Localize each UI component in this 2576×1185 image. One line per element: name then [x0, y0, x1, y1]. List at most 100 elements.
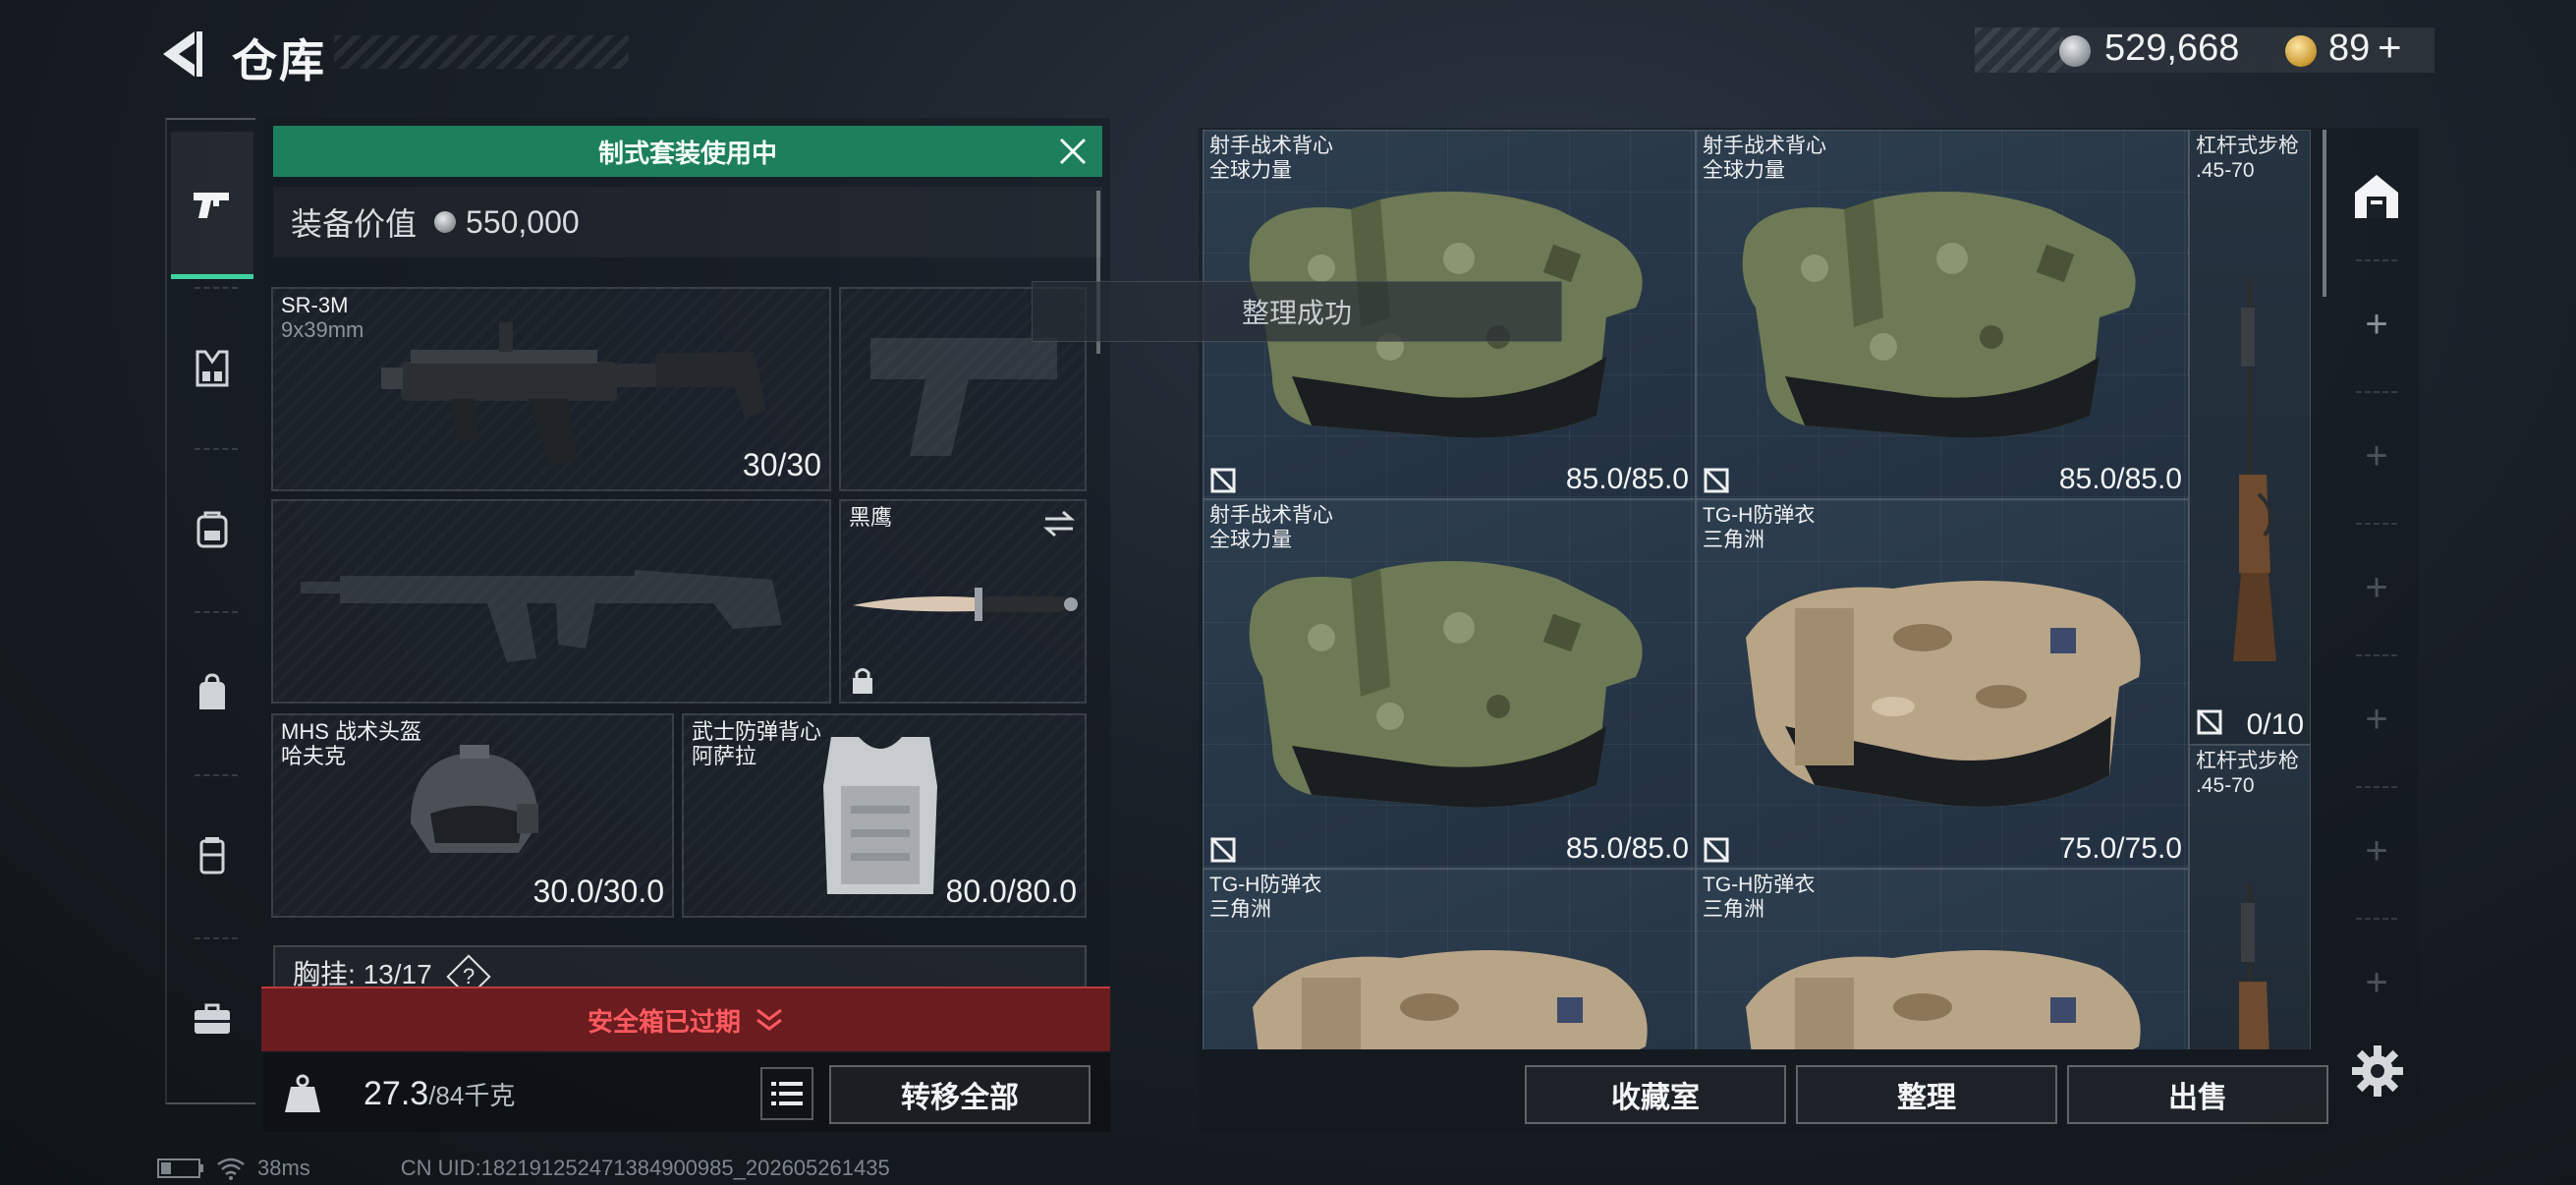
storage-item-armor-1[interactable]: TG-H防弹衣 三角洲 75.0/75.0 — [1696, 499, 2189, 869]
status-bar: 38ms CN UID:18219125247138490​0985_20260… — [157, 1156, 890, 1181]
item-caliber: .45-70 — [2196, 773, 2255, 797]
item-durability: 85.0/85.0 — [1565, 832, 1689, 865]
item-name: 杠杆式步枪 — [2196, 135, 2299, 157]
no-insurance-icon — [1703, 836, 1730, 864]
briefcase-icon — [195, 1003, 230, 1034]
storage-item-lever-rifle-1[interactable]: 杠杆式步枪 .45-70 0/10 — [2189, 130, 2311, 745]
rifle-placeholder-icon — [301, 570, 782, 662]
storage-item-vest-2[interactable]: 射手战术背心 全球力量 85.0/85.0 — [1696, 130, 2189, 499]
lever-rifle-icon — [2233, 278, 2276, 661]
add-page-2-button[interactable]: + — [2342, 397, 2411, 515]
item-name: 射手战术背心 — [1209, 135, 1333, 157]
item-durability: 85.0/85.0 — [1565, 463, 1689, 495]
gear-icon[interactable] — [2350, 1044, 2405, 1099]
secondary-rifle-slot[interactable] — [271, 499, 831, 704]
sort-button[interactable]: 整理 — [1796, 1065, 2057, 1124]
value-label: 装备价值 — [291, 206, 418, 242]
primary-weapon-durability: 30/30 — [742, 447, 821, 482]
title-decoration — [334, 35, 629, 69]
toast-message: 整理成功 — [1032, 281, 1562, 342]
item-durability: 85.0/85.0 — [2058, 463, 2182, 495]
chevron-down-icon — [756, 1008, 782, 1031]
primary-weapon-slot[interactable]: SR-3M 9x39mm 30/30 — [271, 287, 831, 491]
banner-text: 制式套装使用中 — [597, 138, 777, 168]
tab-backpack[interactable] — [171, 456, 253, 603]
add-page-5-button[interactable]: + — [2342, 792, 2411, 910]
chest-rig-label: 胸挂: — [293, 959, 356, 989]
lever-rifle-icon — [2239, 883, 2269, 1049]
collection-room-button[interactable]: 收藏室 — [1525, 1065, 1786, 1124]
add-page-3-button[interactable]: + — [2342, 529, 2411, 647]
safebox-expired-bar[interactable]: 安全箱已过期 — [261, 987, 1110, 1051]
storage-item-vest-3[interactable]: 射手战术背心 全球力量 85.0/85.0 — [1203, 499, 1696, 869]
silver-amount: 529,668 — [2104, 28, 2240, 69]
category-sidebar — [165, 118, 255, 1104]
item-durability: 75.0/75.0 — [2058, 832, 2182, 865]
chest-rig-row[interactable]: 胸挂: 13/17 ? — [273, 945, 1087, 999]
no-insurance-icon — [1209, 467, 1237, 494]
tab-container[interactable] — [171, 782, 253, 930]
melee-slot[interactable]: 黑鹰 — [839, 499, 1087, 704]
currency-decoration — [1975, 28, 2063, 73]
warehouse-page-tab[interactable] — [2342, 138, 2411, 255]
desert-armor-icon — [1253, 950, 1648, 1049]
tab-bag[interactable] — [171, 619, 253, 766]
player-uid: CN UID:18219125247138490​0985_2026052614… — [400, 1156, 890, 1180]
chest-rig-total: 17 — [401, 959, 432, 989]
armor-faction: 阿萨拉 — [692, 744, 757, 769]
helmet-icon — [411, 745, 538, 853]
sell-button[interactable]: 出售 — [2067, 1065, 2328, 1124]
storage-item-armor-3[interactable]: TG-H防弹衣 三角洲 — [1696, 869, 2189, 1049]
armor-durability: 80.0/80.0 — [945, 874, 1077, 909]
desert-armor-icon — [1746, 950, 2141, 1049]
helmet-durability: 30.0/30.0 — [532, 874, 664, 909]
armor-name: 武士防弹背心 — [692, 719, 822, 744]
melee-name: 黑鹰 — [849, 505, 893, 530]
tab-armor-rig[interactable] — [171, 295, 253, 442]
no-insurance-icon — [1209, 836, 1237, 864]
body-armor-slot[interactable]: 武士防弹背心 阿萨拉 80.0/80.0 — [682, 713, 1087, 918]
item-name: TG-H防弹衣 — [1703, 504, 1816, 527]
cylinder-case-icon — [199, 837, 225, 875]
page-title: 仓库 — [232, 35, 326, 86]
storage-grid: 射手战术背心 全球力量 85.0/85.0 射手战术背心 全球力量 85.0/85.… — [1203, 130, 2330, 1049]
tab-safe-case[interactable] — [171, 945, 253, 1093]
close-icon[interactable] — [1055, 134, 1091, 169]
gold-coin-icon — [2285, 35, 2317, 67]
storage-page-rail: + + + + + + — [2342, 128, 2411, 1032]
add-currency-button[interactable]: + — [2378, 24, 2402, 71]
silver-coin-icon — [2059, 35, 2091, 67]
add-page-1-button[interactable]: + — [2342, 265, 2411, 383]
back-button[interactable] — [155, 26, 206, 83]
ammo-count: 0/10 — [2246, 708, 2304, 741]
no-insurance-icon — [2196, 708, 2223, 736]
bag-icon — [199, 673, 225, 709]
storage-item-armor-2[interactable]: TG-H防弹衣 三角洲 — [1203, 869, 1696, 1049]
knife-icon — [853, 588, 1078, 621]
storage-item-lever-rifle-2[interactable]: 杠杆式步枪 .45-70 — [2189, 745, 2311, 1049]
silver-coin-icon — [434, 211, 457, 233]
transfer-all-button[interactable]: 转移全部 — [829, 1065, 1091, 1124]
chest-rig-used: 13 — [363, 959, 394, 989]
weight-readout: 27.3/84千克 — [364, 1075, 515, 1113]
add-page-4-button[interactable]: + — [2342, 660, 2411, 778]
ping-readout: 38ms — [257, 1156, 310, 1180]
primary-weapon-name: SR-3M — [281, 293, 349, 317]
armor-rig-icon — [196, 350, 229, 387]
swap-icon[interactable] — [1041, 509, 1077, 538]
standard-kit-banner: 制式套装使用中 — [273, 126, 1102, 177]
no-insurance-icon — [1703, 467, 1730, 494]
value-amount: 550,000 — [466, 203, 580, 240]
tab-weapons[interactable] — [171, 132, 253, 279]
storage-scrollbar[interactable] — [2323, 130, 2326, 297]
camo-vest-icon — [1742, 192, 2136, 438]
back-arrow-icon — [163, 31, 202, 77]
item-name: 射手战术背心 — [1703, 135, 1826, 157]
warehouse-icon — [2355, 175, 2398, 218]
add-page-6-button[interactable]: + — [2342, 924, 2411, 1042]
battery-icon — [157, 1158, 203, 1178]
list-view-button[interactable] — [760, 1067, 813, 1120]
helmet-slot[interactable]: MHS 战术头盔 哈夫克 30.0/30.0 — [271, 713, 674, 918]
equipment-value-row: 装备价值 550,000 — [273, 187, 1102, 257]
safebox-status: 安全箱已过期 — [587, 1006, 741, 1037]
